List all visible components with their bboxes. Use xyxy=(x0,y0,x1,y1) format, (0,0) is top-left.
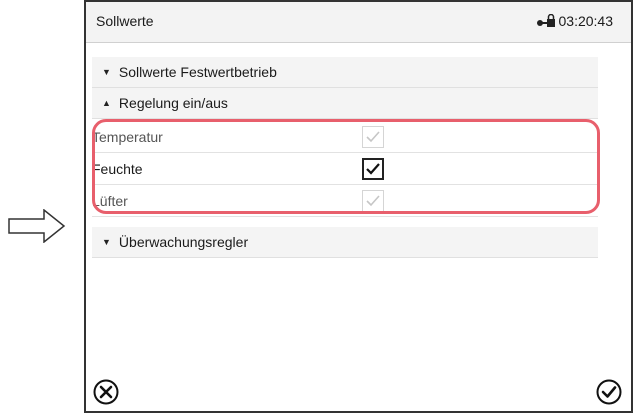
cancel-icon[interactable] xyxy=(92,378,120,406)
checkmark-icon xyxy=(366,195,380,207)
confirm-icon[interactable] xyxy=(595,378,623,406)
checkmark-icon xyxy=(366,131,380,143)
triangle-down-icon: ▼ xyxy=(102,67,111,77)
section-label: Überwachungsregler xyxy=(118,234,249,250)
control-row-feuchte: Feuchte xyxy=(92,154,598,185)
temperatur-checkbox[interactable] xyxy=(362,126,384,148)
triangle-up-icon: ▲ xyxy=(102,98,111,108)
section-label: Regelung ein/aus xyxy=(118,95,228,111)
feuchte-checkbox[interactable] xyxy=(362,158,384,180)
lock-icon xyxy=(536,14,555,27)
control-row-luefter: Lüfter xyxy=(92,186,598,217)
control-label: Lüfter xyxy=(92,193,128,209)
setpoints-panel: Sollwerte 03:20:43 ▼ Sollwerte Festwertb… xyxy=(84,0,633,413)
arrow-right-icon xyxy=(8,209,66,243)
page-title: Sollwerte xyxy=(96,13,154,29)
clock: 03:20:43 xyxy=(536,13,614,29)
section-label: Sollwerte Festwertbetrieb xyxy=(118,64,277,80)
checkmark-icon xyxy=(366,163,380,175)
control-label: Feuchte xyxy=(92,161,143,177)
luefter-checkbox[interactable] xyxy=(362,190,384,212)
control-row-temperatur: Temperatur xyxy=(92,122,598,153)
control-label: Temperatur xyxy=(92,129,163,145)
title-bar: Sollwerte 03:20:43 xyxy=(86,2,631,43)
section-regelung[interactable]: ▲ Regelung ein/aus xyxy=(92,88,598,119)
section-ueberwachungsregler[interactable]: ▼ Überwachungsregler xyxy=(92,227,598,258)
clock-time: 03:20:43 xyxy=(558,13,614,29)
triangle-down-icon: ▼ xyxy=(102,237,111,247)
section-festwertbetrieb[interactable]: ▼ Sollwerte Festwertbetrieb xyxy=(92,57,598,88)
